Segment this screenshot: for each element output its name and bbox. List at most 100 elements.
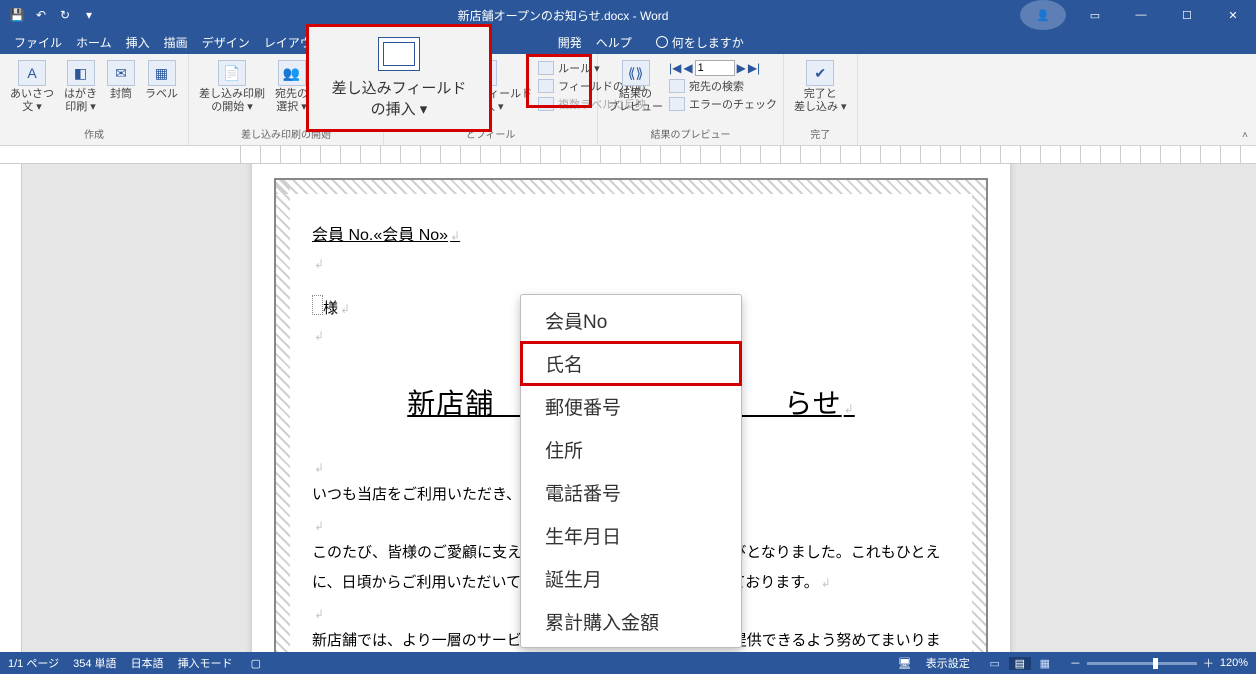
return-mark: ↲: [821, 576, 831, 590]
web-layout-icon[interactable]: ▦: [1034, 657, 1056, 670]
label-icon: ▦: [148, 60, 176, 86]
last-record-icon[interactable]: ▶|: [748, 61, 760, 75]
account-icon[interactable]: 👤: [1020, 0, 1066, 30]
zoom-value[interactable]: 120%: [1220, 657, 1248, 669]
tab-home[interactable]: ホーム: [76, 34, 112, 51]
label-label: ラベル: [145, 88, 178, 101]
maximize-icon[interactable]: ☐: [1164, 0, 1210, 30]
tell-me[interactable]: 何をしますか: [656, 34, 744, 51]
finish-label: 完了と 差し込み ▾: [794, 88, 847, 114]
qat-more-icon[interactable]: ▾: [80, 6, 98, 24]
start-merge-button[interactable]: 📄差し込み印刷 の開始 ▾: [195, 58, 269, 116]
preview-tools: |◀ ◀ ▶ ▶| 宛先の検索 エラーのチェック: [669, 58, 777, 112]
tab-draw[interactable]: 描画: [164, 34, 188, 51]
postcard-label: はがき 印刷 ▾: [64, 88, 97, 114]
start-merge-label: 差し込み印刷 の開始 ▾: [199, 88, 265, 114]
status-page[interactable]: 1/1 ページ: [8, 655, 59, 671]
group-finish: ✔完了と 差し込み ▾ 完了: [784, 54, 858, 145]
greeting-button[interactable]: Aあいさつ 文 ▾: [6, 58, 58, 116]
field-item-member-no[interactable]: 会員No: [521, 299, 741, 342]
field-item-name[interactable]: 氏名: [521, 342, 741, 385]
group-preview-label: 結果のプレビュー: [604, 124, 777, 145]
collapse-ribbon-icon[interactable]: ˄: [1242, 130, 1248, 141]
read-mode-icon[interactable]: ▭: [984, 657, 1006, 670]
insert-field-big-icon: [378, 37, 420, 71]
document-area: 会員 No.«会員 No»↲ ↲ 様↲ ↲ 新店舗 らせ↲ ↲ いつも当店をご利…: [0, 164, 1256, 652]
tab-help[interactable]: ヘルプ: [596, 34, 632, 51]
postcard-button[interactable]: ◧はがき 印刷 ▾: [60, 58, 101, 116]
field-item-phone[interactable]: 電話番号: [521, 471, 741, 514]
window-title: 新店舗オープンのお知らせ.docx - Word: [106, 7, 1020, 24]
status-display[interactable]: 表示設定: [926, 655, 970, 671]
field-item-address[interactable]: 住所: [521, 428, 741, 471]
envelope-button[interactable]: ✉封筒: [103, 58, 139, 103]
field-item-postal[interactable]: 郵便番号: [521, 385, 741, 428]
return-mark: ↲: [450, 229, 460, 243]
tab-file[interactable]: ファイル: [14, 34, 62, 51]
member-no-line[interactable]: 会員 No.«会員 No»: [312, 227, 448, 244]
find-recipient-label: 宛先の検索: [689, 78, 744, 94]
insert-field-big-label: 差し込みフィールド の挿入 ▾: [332, 77, 467, 119]
envelope-label: 封筒: [110, 88, 132, 101]
minimize-icon[interactable]: —: [1118, 0, 1164, 30]
group-preview: ⟪⟫結果の プレビュー |◀ ◀ ▶ ▶| 宛先の検索 エラーのチェック 結果の…: [598, 54, 784, 145]
ribbon-tabs: ファイル ホーム 挿入 描画 デザイン レイアウト 参 開発 ヘルプ 何をします…: [0, 30, 1256, 54]
group-create: Aあいさつ 文 ▾ ◧はがき 印刷 ▾ ✉封筒 ▦ ラベル 作成: [0, 54, 189, 145]
status-mode[interactable]: 挿入モード: [178, 655, 233, 671]
field-item-birth-month[interactable]: 誕生月: [521, 557, 741, 600]
display-settings-icon[interactable]: 🖥: [898, 657, 912, 670]
postcard-icon: ◧: [67, 60, 95, 86]
view-buttons: ▭ ▤ ▦: [984, 657, 1056, 670]
ribbon-display-icon[interactable]: ▭: [1072, 0, 1118, 30]
undo-icon[interactable]: ↶: [32, 6, 50, 24]
prev-record-icon[interactable]: ◀: [683, 61, 692, 75]
group-create-label: 作成: [6, 124, 182, 145]
bulb-icon: [656, 36, 668, 48]
return-mark: ↲: [844, 402, 855, 416]
horizontal-ruler[interactable]: [0, 146, 1256, 164]
zoom-thumb[interactable]: [1153, 658, 1158, 669]
vertical-ruler[interactable]: [0, 164, 22, 652]
insert-field-dropdown: 会員No 氏名 郵便番号 住所 電話番号 生年月日 誕生月 累計購入金額: [520, 294, 742, 648]
tab-insert[interactable]: 挿入: [126, 34, 150, 51]
zoom-out-icon[interactable]: －: [1070, 655, 1081, 671]
error-check-icon: [669, 97, 685, 111]
status-words[interactable]: 354 単語: [73, 655, 116, 671]
tab-design[interactable]: デザイン: [202, 34, 250, 51]
finish-button[interactable]: ✔完了と 差し込み ▾: [790, 58, 851, 116]
window-controls: 👤 ▭ — ☐ ✕: [1020, 0, 1256, 30]
macro-record-icon[interactable]: ▢: [251, 657, 261, 670]
find-recipient-button[interactable]: 宛先の検索: [669, 78, 744, 94]
first-record-icon[interactable]: |◀: [669, 61, 681, 75]
zoom-slider[interactable]: [1087, 662, 1197, 665]
title-bar: 💾 ↶ ↻ ▾ 新店舗オープンのお知らせ.docx - Word 👤 ▭ — ☐…: [0, 0, 1256, 30]
error-check-button[interactable]: エラーのチェック: [669, 96, 777, 112]
recipients-icon: 👥: [278, 60, 306, 86]
field-item-birthday[interactable]: 生年月日: [521, 514, 741, 557]
print-layout-icon[interactable]: ▤: [1009, 657, 1031, 670]
zoom-in-icon[interactable]: ＋: [1203, 655, 1214, 671]
record-nav: |◀ ◀ ▶ ▶|: [669, 60, 760, 76]
sama-text[interactable]: 様: [323, 300, 338, 317]
status-language[interactable]: 日本語: [131, 655, 164, 671]
save-icon[interactable]: 💾: [8, 6, 26, 24]
close-icon[interactable]: ✕: [1210, 0, 1256, 30]
ribbon: Aあいさつ 文 ▾ ◧はがき 印刷 ▾ ✉封筒 ▦ ラベル 作成 📄差し込み印刷 …: [0, 54, 1256, 146]
next-record-icon[interactable]: ▶: [737, 61, 746, 75]
greeting-label: あいさつ 文 ▾: [10, 88, 54, 114]
insert-field-callout[interactable]: 差し込みフィールド の挿入 ▾: [306, 24, 492, 132]
tab-developer[interactable]: 開発: [558, 34, 582, 51]
record-number-input[interactable]: [695, 60, 735, 76]
label-button[interactable]: ▦ ラベル: [141, 58, 182, 103]
return-mark: ↲: [340, 302, 350, 316]
find-recipient-icon: [669, 79, 685, 93]
group-finish-label: 完了: [790, 124, 851, 145]
redo-icon[interactable]: ↻: [56, 6, 74, 24]
status-bar: 1/1 ページ 354 単語 日本語 挿入モード ▢ 🖥 表示設定 ▭ ▤ ▦ …: [0, 652, 1256, 674]
field-item-total-purchase[interactable]: 累計購入金額: [521, 600, 741, 643]
tell-me-label: 何をしますか: [672, 34, 744, 51]
preview-button[interactable]: ⟪⟫結果の プレビュー: [604, 58, 667, 116]
error-check-label: エラーのチェック: [689, 96, 777, 112]
preview-label: 結果の プレビュー: [608, 88, 663, 114]
zoom-control: － ＋ 120%: [1070, 655, 1248, 671]
